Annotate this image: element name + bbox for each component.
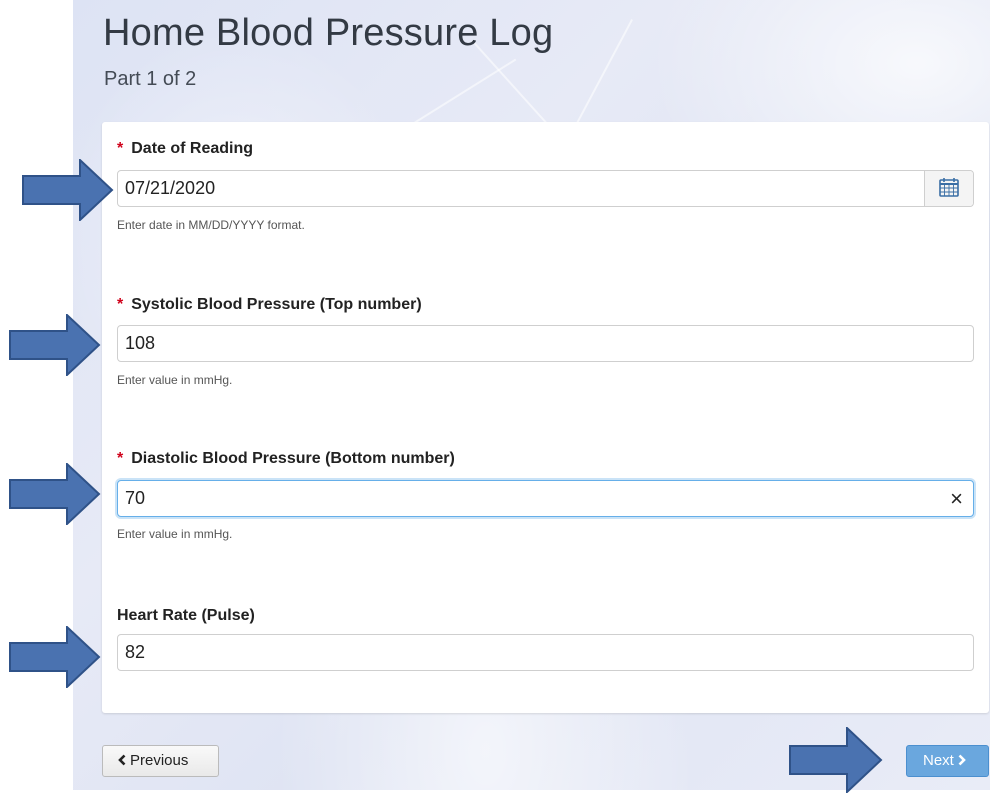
required-marker: *	[117, 450, 124, 467]
page-title: Home Blood Pressure Log	[103, 12, 554, 54]
annotation-arrow-icon	[9, 463, 101, 525]
chevron-left-icon	[118, 754, 126, 766]
next-button[interactable]: Next	[906, 745, 989, 777]
annotation-arrow-icon	[789, 727, 883, 793]
heart-rate-field-label: Heart Rate (Pulse)	[117, 607, 255, 624]
calendar-button[interactable]	[924, 171, 973, 206]
systolic-field-label: * Systolic Blood Pressure (Top number)	[117, 296, 422, 313]
previous-button-label: Previous	[130, 752, 189, 769]
clear-icon[interactable]: ×	[950, 486, 963, 512]
diastolic-input[interactable]: 70 ×	[117, 480, 974, 517]
chevron-right-icon	[958, 754, 966, 766]
diastolic-input-value: 70	[125, 488, 146, 508]
systolic-hint: Enter value in mmHg.	[117, 373, 233, 387]
diastolic-hint: Enter value in mmHg.	[117, 527, 233, 541]
next-button-label: Next	[923, 752, 954, 769]
required-marker: *	[117, 296, 124, 313]
annotation-arrow-icon	[9, 626, 101, 688]
systolic-input-value: 108	[125, 333, 156, 353]
annotation-arrow-icon	[9, 314, 101, 376]
required-marker: *	[117, 140, 124, 157]
previous-button[interactable]: Previous	[102, 745, 219, 777]
date-input[interactable]: 07/21/2020	[117, 170, 974, 207]
heart-rate-input[interactable]: 82	[117, 634, 974, 671]
heart-rate-input-value: 82	[125, 642, 146, 662]
date-hint: Enter date in MM/DD/YYYY format.	[117, 218, 305, 232]
date-field-label: * Date of Reading	[117, 140, 254, 157]
date-input-value: 07/21/2020	[125, 178, 216, 198]
systolic-input[interactable]: 108	[117, 325, 974, 362]
page-subtitle: Part 1 of 2	[104, 68, 197, 90]
diastolic-field-label: * Diastolic Blood Pressure (Bottom number…	[117, 450, 455, 467]
page: Home Blood Pressure Log Part 1 of 2 * Dat…	[0, 0, 990, 797]
annotation-arrow-icon	[22, 159, 114, 221]
calendar-icon	[939, 178, 959, 197]
